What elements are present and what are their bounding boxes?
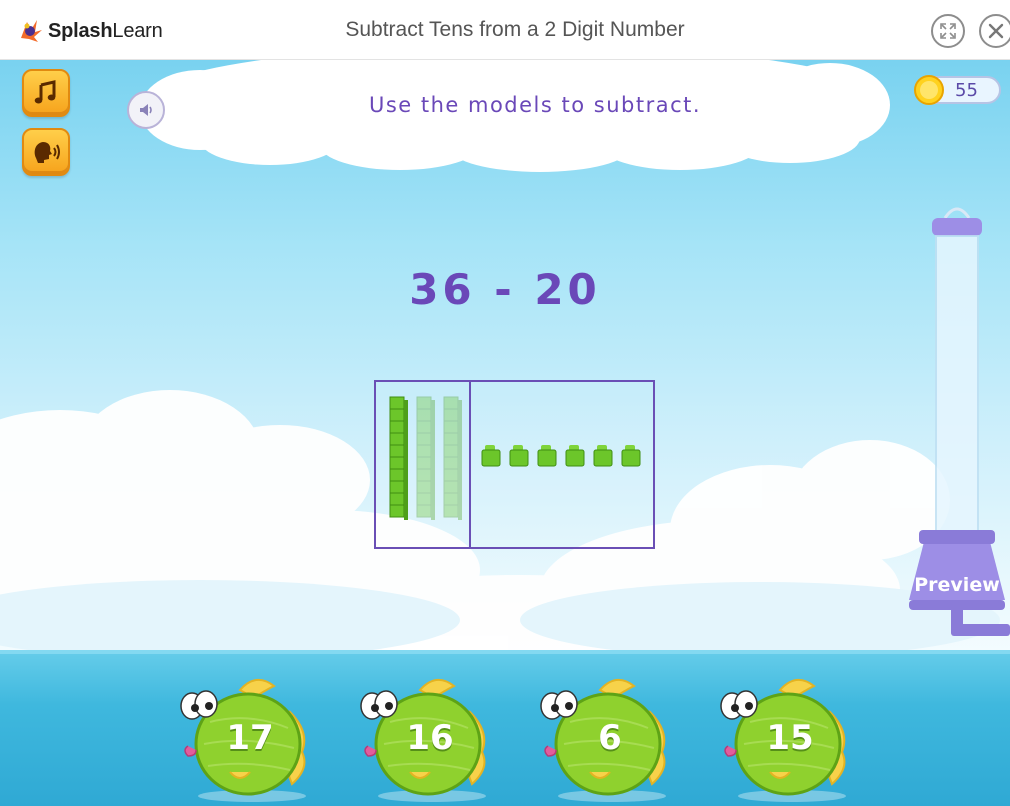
answer-value: 16 (406, 718, 454, 758)
coin-counter: 55 (914, 75, 1001, 105)
math-problem: 36 - 20 (409, 265, 601, 314)
read-aloud-button[interactable] (127, 91, 165, 129)
one-cube[interactable] (593, 445, 613, 467)
answer-value: 15 (766, 718, 814, 758)
page-title: Subtract Tens from a 2 Digit Number (345, 18, 685, 41)
speaker-icon (140, 104, 152, 116)
music-toggle-button[interactable] (22, 69, 70, 117)
one-cube[interactable] (509, 445, 529, 467)
answer-fish[interactable]: 17 (170, 672, 310, 804)
answer-fish[interactable]: 6 (530, 672, 670, 804)
close-button[interactable] (979, 14, 1010, 48)
ten-rod-crossed[interactable] (416, 396, 435, 520)
sea (0, 650, 1010, 806)
ten-rod-crossed[interactable] (443, 396, 462, 520)
game-stage: Use the models to subtract. 55 36 - 20 P… (0, 60, 1010, 806)
one-cube[interactable] (621, 445, 641, 467)
base-ten-model (374, 380, 655, 549)
fullscreen-button[interactable] (931, 14, 965, 48)
one-cube[interactable] (537, 445, 557, 467)
instruction-text: Use the models to subtract. (368, 93, 702, 117)
coin-count: 55 (955, 80, 978, 101)
speaking-head-icon (34, 142, 60, 163)
close-icon (988, 23, 1004, 39)
coin-icon (914, 75, 944, 105)
answer-fish[interactable]: 16 (350, 672, 490, 804)
music-note-icon (34, 80, 56, 104)
one-cube[interactable] (565, 445, 585, 467)
voice-toggle-button[interactable] (22, 128, 70, 176)
answer-fish[interactable]: 15 (710, 672, 850, 804)
preview-label[interactable]: Preview (912, 574, 1002, 596)
ten-rod[interactable] (389, 396, 408, 520)
instruction-cloud (140, 60, 890, 172)
fullscreen-icon (940, 23, 956, 39)
model-blocks (389, 396, 641, 520)
answer-value: 6 (598, 718, 622, 758)
one-cube[interactable] (481, 445, 501, 467)
answer-value: 17 (226, 718, 274, 758)
horizon-line (0, 650, 1010, 654)
top-bar: SplashLearn Subtract Tens from a 2 Digit… (0, 0, 1010, 60)
